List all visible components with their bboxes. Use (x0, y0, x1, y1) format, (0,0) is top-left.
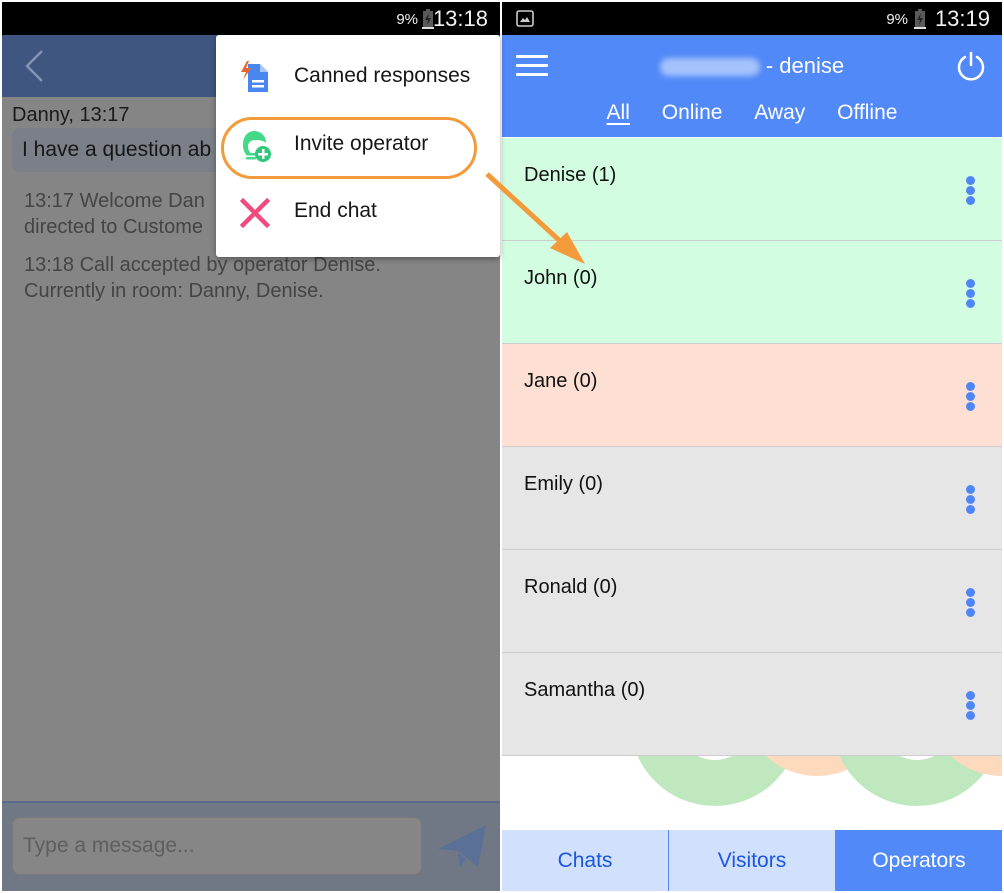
tab-operators[interactable]: Operators (835, 830, 1002, 891)
operator-row-jane[interactable]: Jane (0) (502, 344, 1002, 447)
status-filter-tabs: All Online Away Offline (502, 101, 1002, 125)
more-vert-icon[interactable] (966, 691, 976, 721)
operator-row-denise[interactable]: Denise (1) (502, 138, 1002, 241)
bottom-navigation: Chats Visitors Operators (502, 830, 1002, 891)
paper-plane-icon[interactable] (436, 823, 488, 871)
menu-item-label: Canned responses (294, 64, 471, 87)
filter-offline[interactable]: Offline (837, 101, 897, 124)
more-vert-icon[interactable] (966, 279, 976, 309)
battery-percent: 9% (886, 11, 908, 28)
operator-name: John (0) (524, 267, 598, 289)
system-message-line: directed to Custome (24, 216, 203, 238)
chat-options-menu: Canned responses Invite operator End cha… (216, 35, 500, 257)
battery-icon (914, 9, 926, 29)
background-decoration (502, 756, 1002, 830)
redacted-account-name (659, 58, 760, 77)
operator-name: Denise (1) (524, 164, 617, 186)
clock: 13:19 (934, 6, 990, 31)
message-sender: Danny, 13:17 (12, 104, 130, 126)
operator-row-samantha[interactable]: Samantha (0) (502, 653, 1002, 756)
system-message-line: Currently in room: Danny, Denise. (24, 280, 324, 302)
status-bar: 9% 13:19 (502, 2, 1002, 35)
tab-chats[interactable]: Chats (502, 830, 668, 891)
more-vert-icon[interactable] (966, 485, 976, 515)
app-header: - denise All Online Away Offline (502, 35, 1002, 137)
system-message: 13:17 Welcome Dan directed to Custome (24, 188, 205, 240)
operator-name: Ronald (0) (524, 576, 618, 598)
right-screen-operators: 9% 13:19 - denise All Online Away Offlin… (502, 2, 1002, 891)
operator-row-emily[interactable]: Emily (0) (502, 447, 1002, 550)
menu-item-invite-operator[interactable]: Invite operator (216, 113, 500, 179)
more-vert-icon[interactable] (966, 176, 976, 206)
operator-row-john[interactable]: John (0) (502, 241, 1002, 344)
decor-arc (630, 756, 800, 806)
menu-item-label: End chat (294, 199, 377, 222)
menu-item-label: Invite operator (294, 132, 429, 155)
close-x-icon (239, 197, 271, 229)
operator-name: Samantha (0) (524, 679, 646, 701)
system-message: 13:18 Call accepted by operator Denise. … (24, 252, 381, 304)
canned-responses-icon (241, 61, 268, 92)
chevron-left-icon[interactable] (22, 49, 46, 83)
filter-away[interactable]: Away (754, 101, 805, 124)
operator-name: Emily (0) (524, 473, 603, 495)
operator-list: Denise (1) John (0) Jane (0) Emily (0) R… (502, 138, 1002, 756)
message-input[interactable] (12, 817, 422, 875)
operator-row-ronald[interactable]: Ronald (0) (502, 550, 1002, 653)
system-message-line: 13:17 Welcome Dan (24, 190, 205, 212)
page-title: - denise (502, 53, 1002, 79)
filter-all[interactable]: All (607, 101, 630, 124)
menu-item-end-chat[interactable]: End chat (216, 180, 500, 246)
message-composer (2, 801, 500, 891)
visitor-message-text: I have a question ab (22, 138, 212, 161)
filter-online[interactable]: Online (662, 101, 723, 124)
operator-name: Jane (0) (524, 370, 598, 392)
clock: 13:18 (432, 6, 488, 31)
more-vert-icon[interactable] (966, 588, 976, 618)
tab-visitors[interactable]: Visitors (668, 830, 835, 891)
menu-item-canned-responses[interactable]: Canned responses (216, 45, 500, 111)
more-vert-icon[interactable] (966, 382, 976, 412)
status-bar: 9% 13:18 (2, 2, 500, 35)
title-user: - denise (765, 53, 845, 78)
power-icon[interactable] (956, 51, 986, 81)
image-icon (516, 10, 534, 27)
battery-percent: 9% (396, 11, 418, 28)
invite-operator-icon (243, 131, 271, 162)
